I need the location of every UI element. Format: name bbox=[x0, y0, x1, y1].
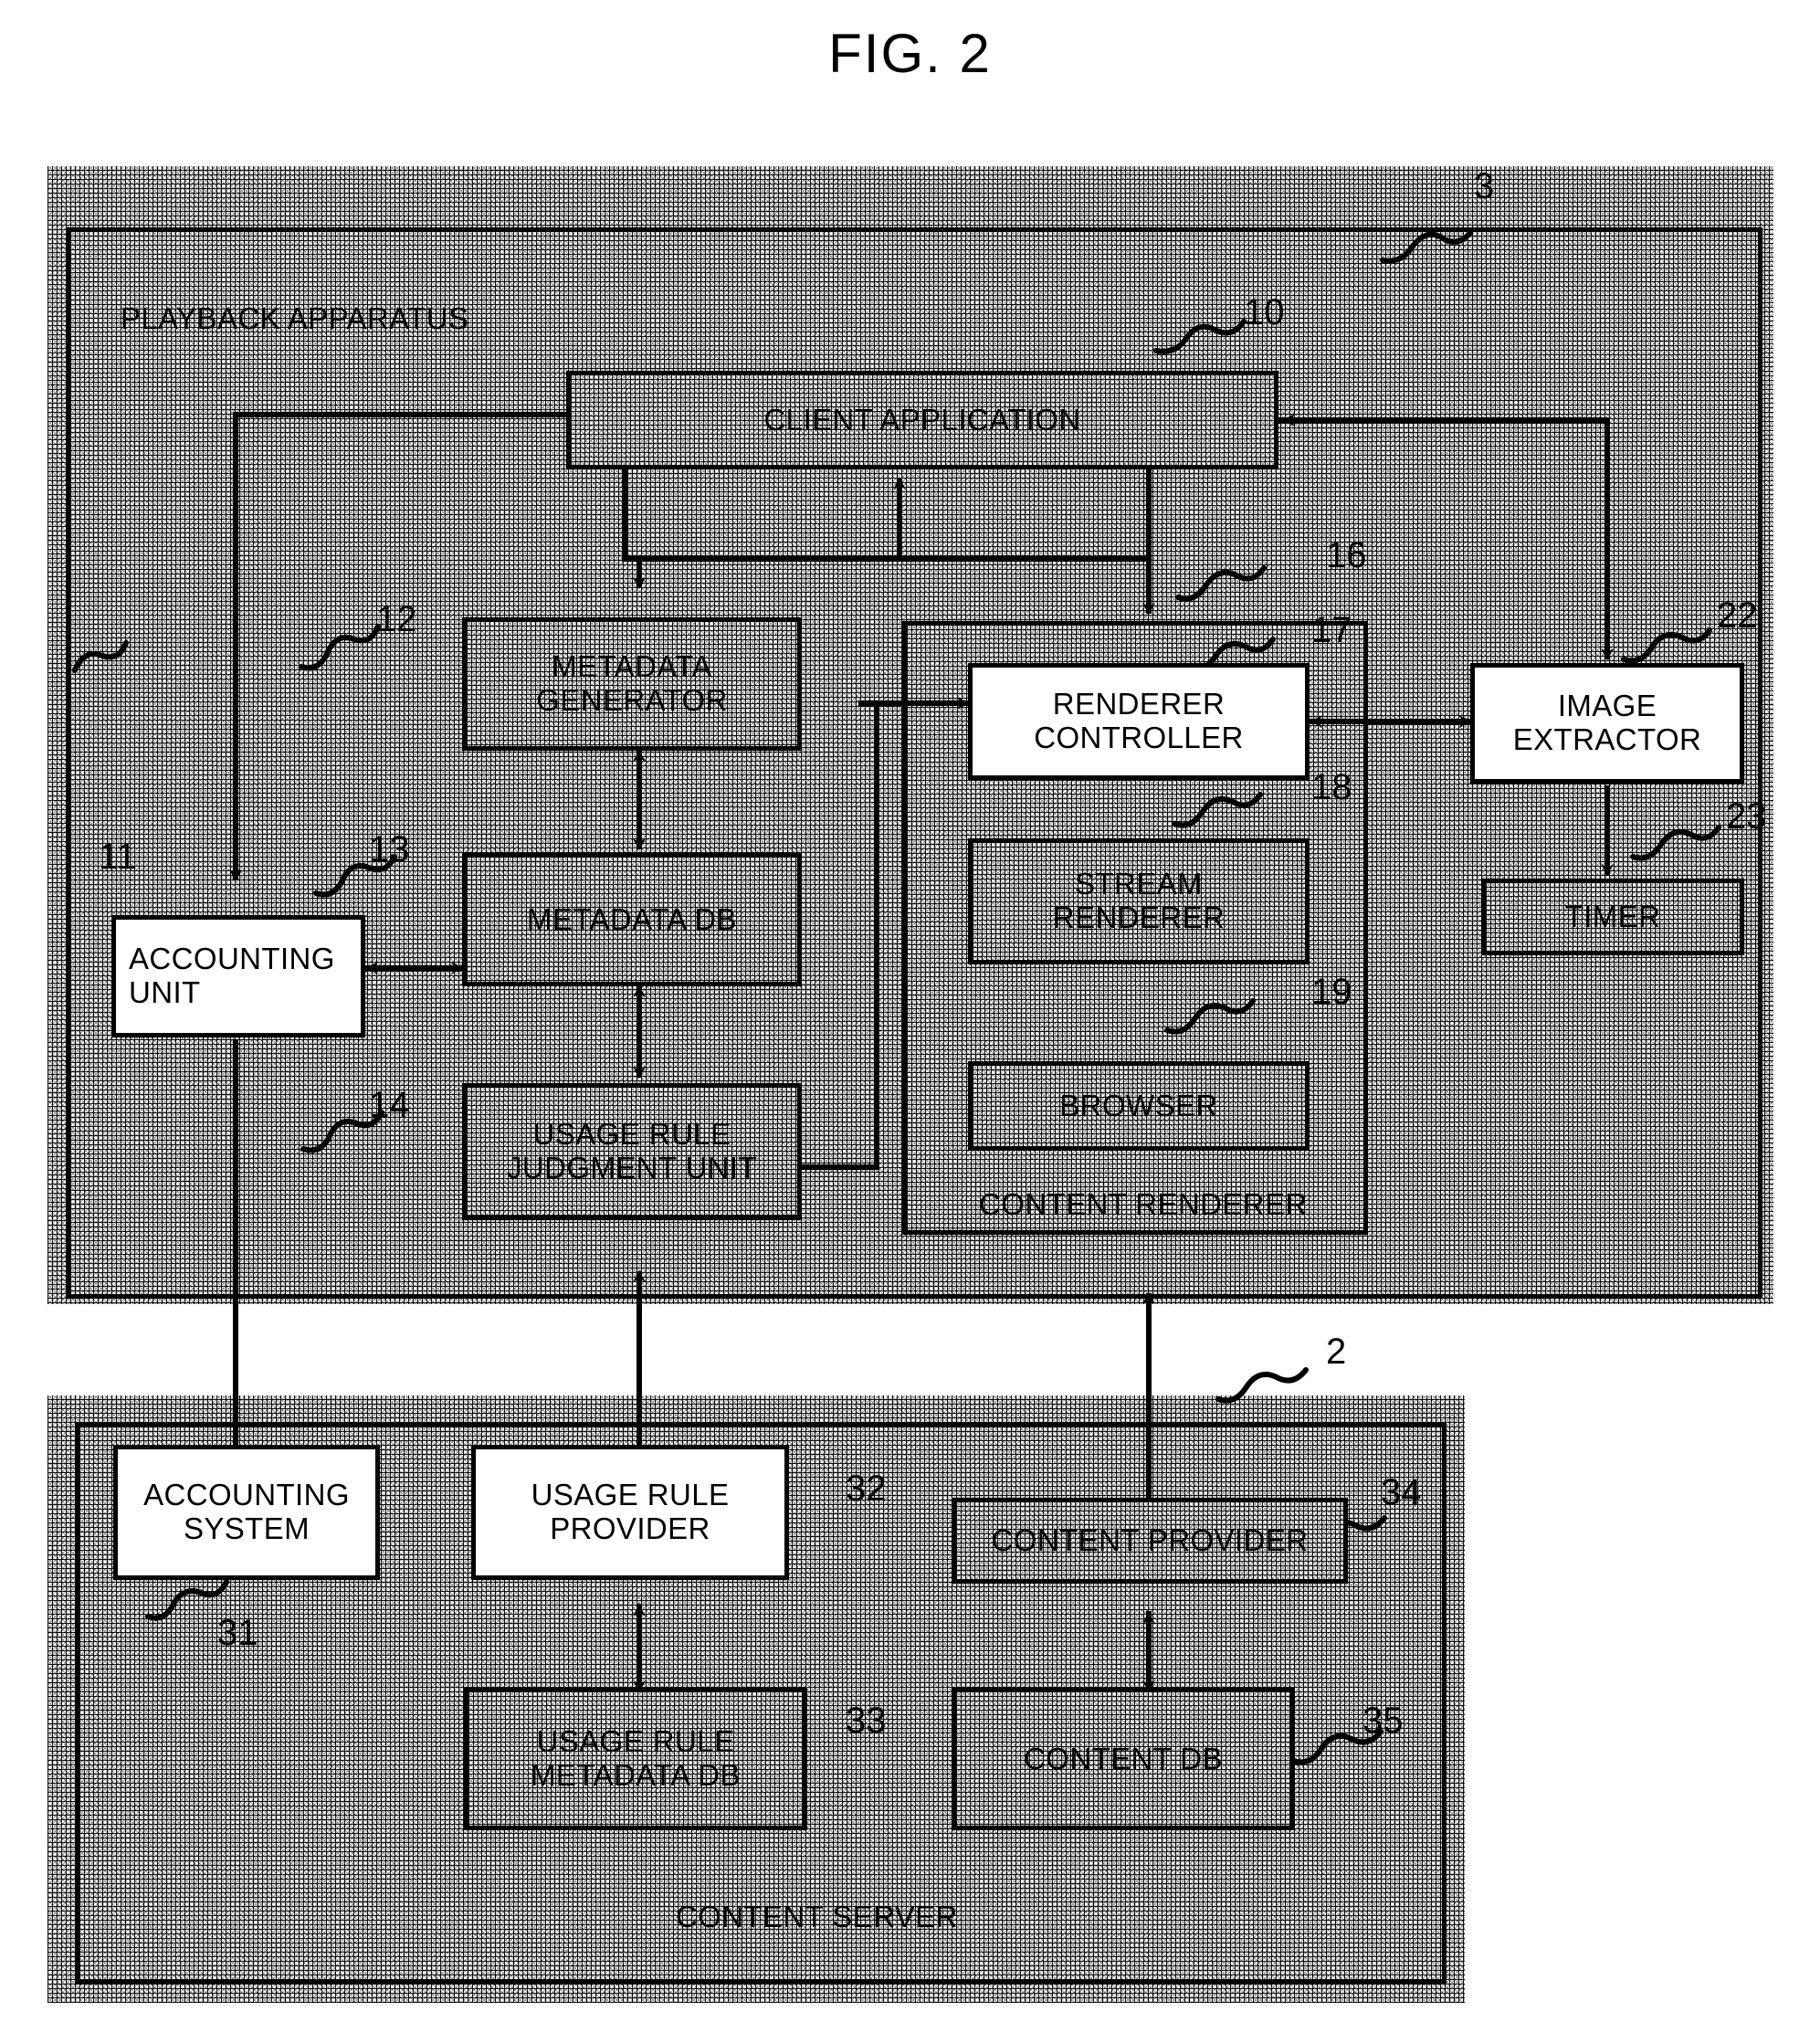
ref-content-renderer: 16 bbox=[1326, 535, 1367, 575]
ref-usage-rule-metadata-db: 33 bbox=[846, 1701, 887, 1741]
ref-renderer-controller: 17 bbox=[1311, 610, 1352, 650]
client-application-label: CLIENT APPLICATION bbox=[763, 402, 1081, 437]
browser-label: BROWSER bbox=[1059, 1088, 1218, 1122]
ref-usage-rule-judgment-unit: 14 bbox=[369, 1085, 410, 1125]
timer-label: TIMER bbox=[1564, 899, 1661, 933]
content-db-box[interactable]: CONTENT DB bbox=[952, 1688, 1295, 1830]
usage-rule-metadata-db-box[interactable]: USAGE RULE METADATA DB bbox=[464, 1688, 807, 1830]
content-provider-box[interactable]: CONTENT PROVIDER bbox=[952, 1498, 1348, 1584]
browser-box[interactable]: BROWSER bbox=[968, 1061, 1310, 1151]
usage-rule-judgment-unit-box[interactable]: USAGE RULE JUDGMENT UNIT bbox=[462, 1083, 802, 1220]
usage-rule-provider-box[interactable]: USAGE RULE PROVIDER bbox=[471, 1445, 789, 1580]
accounting-system-label: ACCOUNTING SYSTEM bbox=[143, 1478, 350, 1545]
ref-image-extractor: 22 bbox=[1717, 595, 1758, 636]
content-provider-label: CONTENT PROVIDER bbox=[991, 1522, 1309, 1557]
client-application-box[interactable]: CLIENT APPLICATION bbox=[566, 371, 1278, 469]
accounting-system-box[interactable]: ACCOUNTING SYSTEM bbox=[113, 1445, 380, 1580]
metadata-generator-label: METADATA GENERATOR bbox=[536, 649, 728, 717]
timer-box[interactable]: TIMER bbox=[1481, 879, 1744, 955]
ref-content-provider: 34 bbox=[1381, 1472, 1422, 1512]
ref-content-db: 35 bbox=[1362, 1701, 1404, 1741]
figure-title: FIG. 2 bbox=[828, 23, 992, 84]
stream-renderer-label: STREAM RENDERER bbox=[1052, 867, 1226, 934]
usage-rule-provider-label: USAGE RULE PROVIDER bbox=[531, 1478, 730, 1545]
accounting-unit-box[interactable]: ACCOUNTING UNIT bbox=[111, 915, 365, 1037]
ref-timer: 23 bbox=[1726, 796, 1767, 837]
usage-rule-metadata-db-label: USAGE RULE METADATA DB bbox=[531, 1724, 741, 1792]
ref-accounting-system: 31 bbox=[217, 1613, 258, 1653]
ref-client-application: 10 bbox=[1244, 292, 1285, 332]
usage-rule-judgment-unit-label: USAGE RULE JUDGMENT UNIT bbox=[506, 1117, 758, 1185]
ref-metadata-db: 13 bbox=[369, 829, 410, 869]
image-extractor-label: IMAGE EXTRACTOR bbox=[1512, 689, 1702, 756]
renderer-controller-label: RENDERER CONTROLLER bbox=[1034, 687, 1244, 754]
ref-metadata-generator: 12 bbox=[376, 599, 417, 639]
renderer-controller-box[interactable]: RENDERER CONTROLLER bbox=[968, 663, 1310, 780]
ref-content-server: 2 bbox=[1326, 1332, 1347, 1372]
metadata-db-label: METADATA DB bbox=[527, 901, 737, 936]
stream-renderer-box[interactable]: STREAM RENDERER bbox=[968, 838, 1310, 964]
image-extractor-box[interactable]: IMAGE EXTRACTOR bbox=[1470, 663, 1744, 784]
playback-apparatus-label: PLAYBACK APPARATUS bbox=[121, 301, 469, 335]
figure-page: FIG. 2 PLAYBACK APPARATUS CONTENT SERVER… bbox=[0, 0, 1820, 2043]
ref-usage-rule-provider: 32 bbox=[846, 1469, 887, 1509]
ref-accounting-unit: 11 bbox=[99, 837, 137, 877]
ref-stream-renderer: 18 bbox=[1311, 767, 1352, 807]
metadata-generator-box[interactable]: METADATA GENERATOR bbox=[462, 617, 802, 751]
content-server-label: CONTENT SERVER bbox=[676, 1900, 958, 1933]
accounting-unit-label: ACCOUNTING UNIT bbox=[129, 942, 335, 1009]
content-db-label: CONTENT DB bbox=[1024, 1741, 1223, 1775]
content-renderer-label: CONTENT RENDERER bbox=[979, 1187, 1308, 1221]
ref-playback-apparatus: 3 bbox=[1474, 166, 1495, 206]
ref-browser: 19 bbox=[1311, 972, 1352, 1012]
metadata-db-box[interactable]: METADATA DB bbox=[462, 853, 802, 986]
